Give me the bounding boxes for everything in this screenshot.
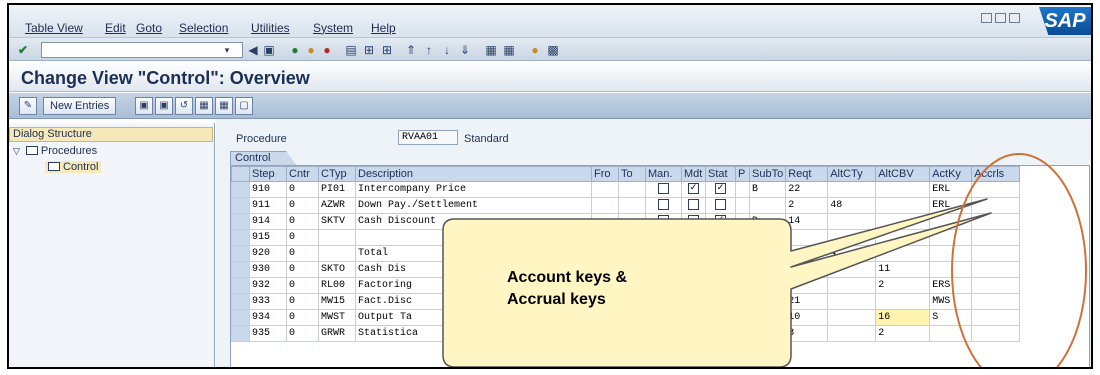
annotation-ring [951, 153, 1087, 367]
sap-window: Table View Edit Goto Selection Utilities… [7, 3, 1093, 369]
callout-text: Account keys & Accrual keys [507, 267, 627, 311]
callout-line-2: Accrual keys [507, 291, 606, 308]
callout-line-1: Account keys & [507, 269, 628, 286]
annotation-overlay [442, 153, 1087, 367]
